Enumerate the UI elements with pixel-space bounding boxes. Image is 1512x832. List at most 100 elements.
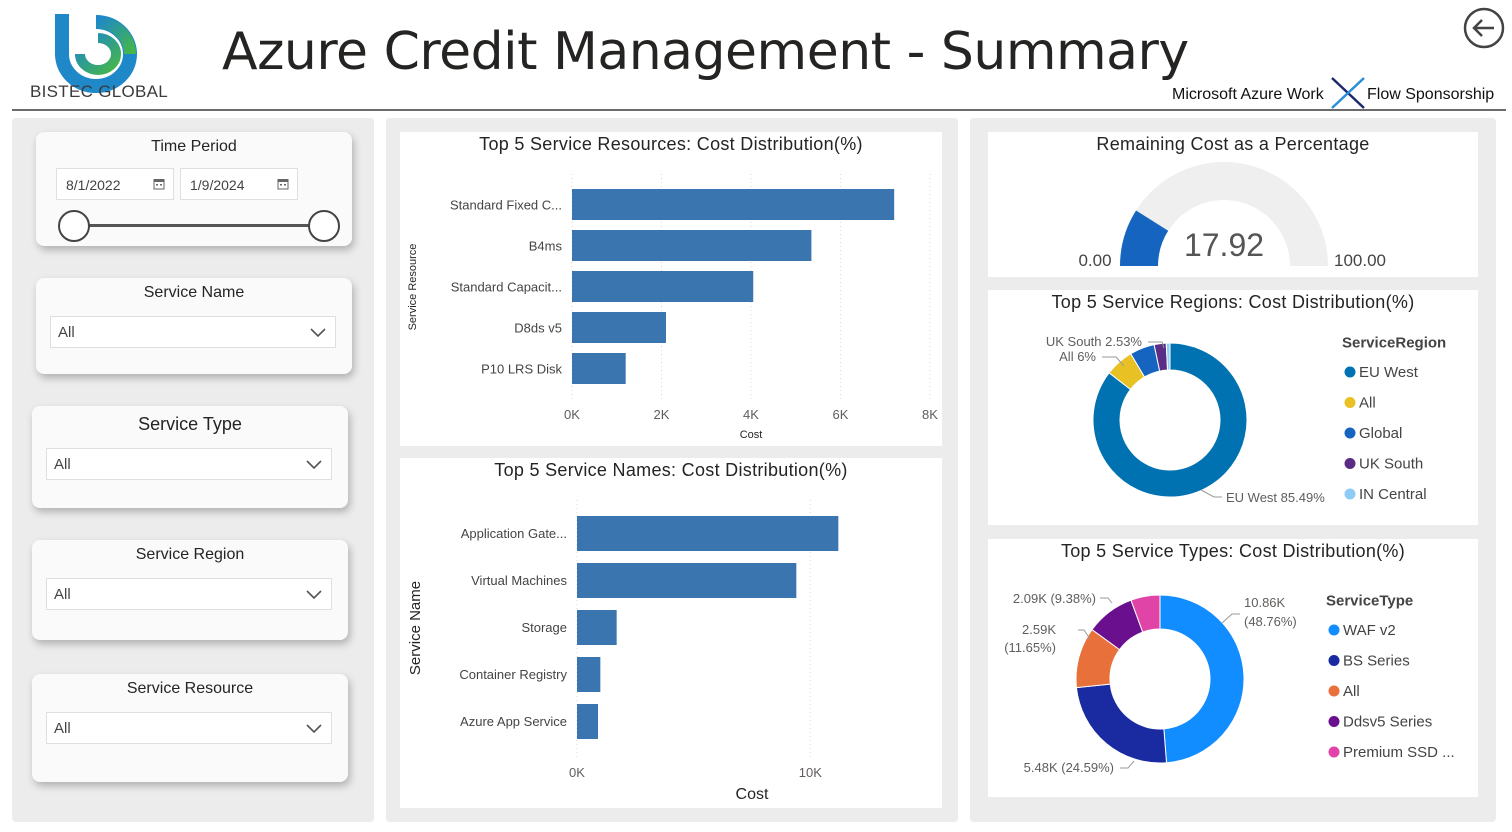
date-range-track[interactable]	[74, 224, 326, 227]
page-title: Azure Credit Management - Summary	[222, 22, 1189, 82]
gauge-max-label: 100.00	[1334, 251, 1386, 270]
legend-item: All	[1343, 683, 1360, 700]
gauge-min-label: 0.00	[1078, 251, 1111, 270]
bar	[577, 610, 617, 645]
chevron-down-icon[interactable]	[305, 457, 323, 471]
service-name-dropdown[interactable]: All	[50, 316, 336, 348]
category-label: Application Gate...	[461, 526, 567, 541]
service-name-title: Service Name	[143, 284, 245, 301]
dashboard-page: BISTEC GLOBAL Azure Credit Management - …	[0, 0, 1512, 832]
bar	[572, 271, 754, 302]
end-date-value: 1/9/2024	[190, 177, 245, 193]
category-label: Virtual Machines	[471, 573, 567, 588]
x-axis-title: Cost	[740, 429, 763, 441]
legend-marker	[1328, 685, 1340, 697]
service-type-slicer: Service Type All	[32, 406, 348, 508]
sponsor-right-text: Flow Sponsorship	[1367, 86, 1495, 103]
x-tick-label: 10K	[799, 765, 822, 780]
x-tick-label: 0K	[564, 407, 580, 422]
category-label: Container Registry	[459, 667, 567, 682]
types-chart-card: Top 5 Service Types: Cost Distribution(%…	[988, 539, 1478, 797]
y-axis-title: Service Name	[407, 581, 424, 675]
start-date-field[interactable]: 8/1/2022	[56, 168, 174, 200]
service-region-title: Service Region	[135, 546, 245, 563]
bar	[577, 704, 598, 739]
legend-marker	[1344, 427, 1356, 439]
sponsor-left-text: Microsoft Azure Work	[1172, 86, 1324, 103]
legend-title: ServiceType	[1326, 593, 1413, 610]
legend-item: Premium SSD ...	[1343, 744, 1455, 761]
category-label: Storage	[521, 620, 567, 635]
data-label: UK South 2.53%	[1046, 334, 1143, 349]
legend-marker	[1328, 716, 1340, 727]
y-axis-title: Service Resource	[407, 244, 419, 331]
legend-item: EU West	[1359, 364, 1419, 381]
category-label: P10 LRS Disk	[481, 362, 562, 377]
middle-panel: Top 5 Service Resources: Cost Distributi…	[386, 118, 958, 822]
data-label: EU West 85.49%	[1226, 490, 1325, 505]
end-date-field[interactable]: 1/9/2024	[180, 168, 298, 200]
leader-line	[1221, 613, 1240, 624]
service-region-dropdown[interactable]: All	[46, 578, 332, 610]
service-resource-slicer: Service Resource All	[32, 674, 348, 782]
legend-title: ServiceRegion	[1342, 335, 1446, 352]
donut-slice	[1075, 683, 1168, 764]
service-name-slicer: Service Name All	[36, 278, 352, 374]
data-label: 5.48K (24.59%)	[1024, 760, 1114, 775]
chevron-down-icon[interactable]	[305, 721, 323, 735]
legend-marker	[1344, 366, 1356, 378]
legend-marker	[1328, 655, 1340, 666]
filter-panel: Time Period 8/1/2022 1/9/2024 Service Na…	[12, 118, 374, 822]
legend-item: IN Central	[1359, 486, 1427, 503]
category-label: Standard Fixed C...	[450, 198, 562, 213]
bar	[572, 353, 626, 384]
calendar-icon[interactable]	[153, 178, 165, 190]
bar	[572, 230, 812, 261]
x-tick-label: 0K	[569, 765, 585, 780]
calendar-icon[interactable]	[277, 178, 289, 190]
category-label: B4ms	[529, 239, 563, 254]
legend-item: UK South	[1359, 456, 1423, 473]
regions-chart-card: Top 5 Service Regions: Cost Distribution…	[988, 290, 1478, 525]
names-bar-chart: 0K 10K Application Gate... Virtual Machines…	[407, 500, 839, 803]
service-region-slicer: Service Region All	[32, 540, 348, 640]
bar	[577, 657, 601, 692]
data-label: 10.86K	[1244, 595, 1286, 610]
time-period-title: Time Period	[151, 138, 237, 155]
donut-slice	[1159, 594, 1245, 764]
data-label: 2.59K	[1022, 622, 1056, 637]
category-label: Azure App Service	[460, 714, 567, 729]
service-type-value: All	[54, 456, 71, 473]
bar	[577, 516, 839, 551]
legend-item: Global	[1359, 425, 1402, 442]
service-type-dropdown[interactable]: All	[46, 448, 332, 480]
legend-item: WAF v2	[1343, 622, 1396, 639]
right-panel: Remaining Cost as a Percentage 17.92 0.00…	[970, 118, 1496, 822]
date-range-start-handle[interactable]	[58, 210, 90, 242]
chevron-down-icon[interactable]	[309, 325, 327, 339]
leader-line	[1100, 597, 1113, 604]
legend-marker	[1328, 624, 1340, 636]
legend-item: BS Series	[1343, 653, 1410, 670]
cross-logo-icon	[1331, 77, 1365, 109]
x-tick-label: 2K	[654, 407, 670, 422]
legend-item: Ddsv5 Series	[1343, 714, 1432, 731]
service-resource-value: All	[54, 720, 71, 737]
data-label: (11.65%)	[1004, 640, 1056, 655]
types-donut-chart: ServiceType WAF v2 BS Series All Ddsv5 Serie…	[1004, 591, 1455, 775]
chevron-down-icon[interactable]	[305, 587, 323, 601]
legend-marker	[1344, 397, 1356, 408]
service-name-value: All	[58, 324, 75, 341]
legend-marker	[1344, 488, 1356, 500]
x-tick-label: 8K	[922, 407, 938, 422]
sponsor-banner: Microsoft Azure Work Flow Sponsorship	[1172, 76, 1504, 110]
gauge-card: Remaining Cost as a Percentage 17.92 0.00…	[988, 132, 1478, 277]
service-resource-dropdown[interactable]: All	[46, 712, 332, 744]
header-divider	[12, 109, 1506, 111]
legend-item: All	[1359, 395, 1376, 412]
x-axis-title: Cost	[736, 786, 769, 803]
legend-marker	[1328, 746, 1340, 758]
back-arrow-icon[interactable]	[1462, 6, 1506, 50]
logo-text: BISTEC GLOBAL	[30, 82, 169, 101]
date-range-end-handle[interactable]	[308, 210, 340, 242]
